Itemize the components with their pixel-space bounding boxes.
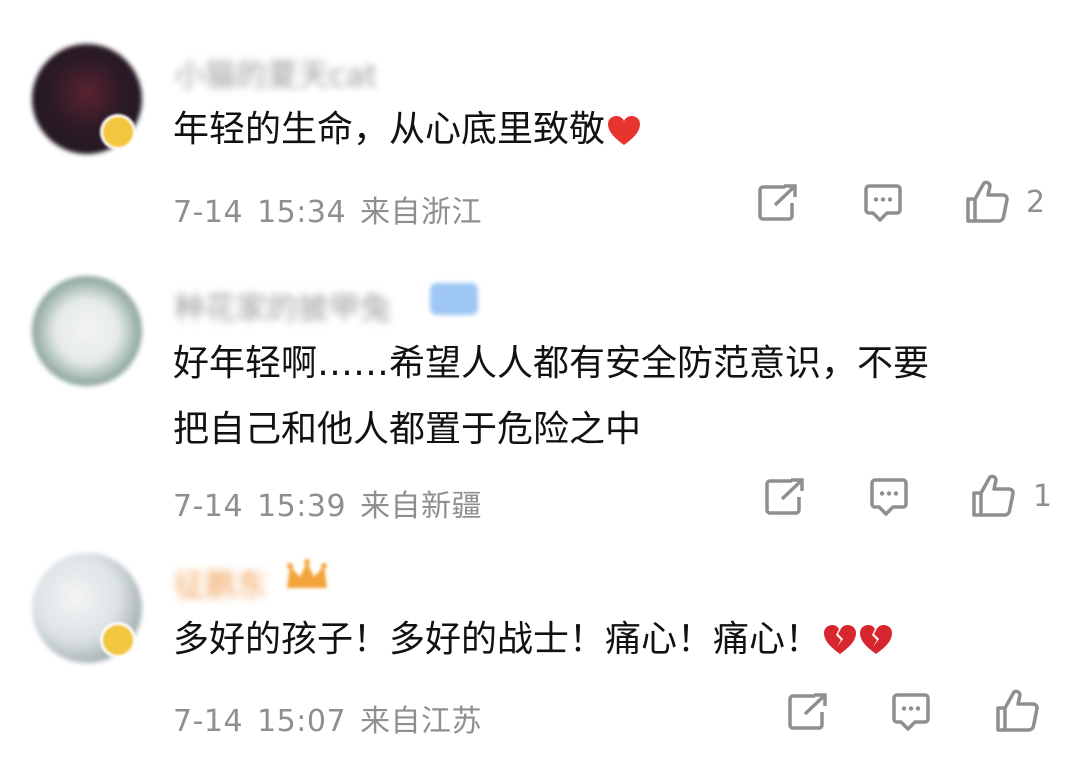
comment-text-line: 好年轻啊……希望人人都有安全防范意识，不要 [173, 343, 930, 384]
comment-text-line: 年轻的生命，从心底里致敬 [173, 109, 606, 150]
share-icon[interactable] [787, 692, 829, 732]
like-icon[interactable] [970, 473, 1016, 519]
comment-location: 来自新疆 [360, 489, 483, 524]
crown-icon [287, 559, 327, 588]
like-count: 2 [1026, 185, 1046, 220]
comment-location: 来自江苏 [360, 704, 483, 739]
comment-date: 7-14 [173, 195, 244, 230]
reply-icon[interactable] [890, 692, 932, 734]
broken-heart-icon [860, 625, 893, 654]
share-icon[interactable] [764, 477, 806, 517]
comment-time: 15:07 [257, 704, 347, 739]
like-icon[interactable] [994, 688, 1040, 734]
username[interactable]: 种花家的披甲兔 [174, 283, 391, 328]
comment-text: 多好的孩子！多好的战士！痛心！痛心！ [173, 610, 893, 670]
avatar[interactable] [32, 276, 142, 386]
vip-badge-icon [100, 114, 136, 150]
broken-heart-icon [824, 625, 857, 654]
comment-time: 15:34 [257, 195, 347, 230]
username[interactable]: 小猫的夏天cat [174, 50, 377, 95]
member-tag-icon [430, 283, 478, 315]
comment-meta: 7-14 15:34 来自浙江 [173, 187, 496, 231]
share-icon[interactable] [757, 183, 799, 223]
comment-date: 7-14 [173, 489, 244, 524]
comment-text: 好年轻啊……希望人人都有安全防范意识，不要 把自己和他人都置于危险之中 [173, 334, 929, 460]
comment-date: 7-14 [173, 704, 244, 739]
vip-badge-icon [100, 622, 136, 658]
comment-location: 来自浙江 [360, 195, 483, 230]
comment-meta: 7-14 15:07 来自江苏 [173, 696, 496, 740]
username[interactable]: 征鹏东 [174, 560, 267, 605]
reply-icon[interactable] [868, 477, 910, 519]
comment-meta: 7-14 15:39 来自新疆 [173, 481, 496, 525]
comment-text: 年轻的生命，从心底里致敬 [173, 100, 641, 160]
comment-text-line: 把自己和他人都置于危险之中 [173, 409, 642, 450]
reply-icon[interactable] [862, 183, 904, 225]
like-count: 1 [1033, 479, 1053, 514]
red-heart-icon [608, 116, 641, 145]
like-icon[interactable] [964, 179, 1010, 225]
comment-time: 15:39 [257, 489, 347, 524]
comment-text-line: 多好的孩子！多好的战士！痛心！痛心！ [173, 619, 822, 660]
